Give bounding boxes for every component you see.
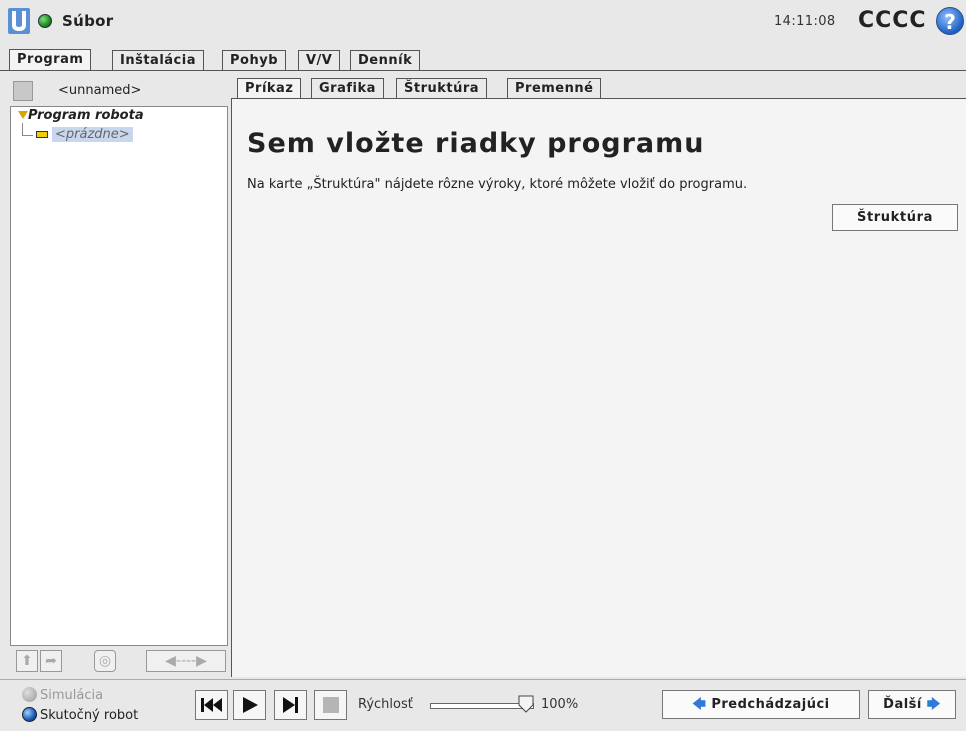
arrow-left-icon: 🡄 bbox=[692, 697, 707, 712]
instruction-text: Na karte „Štruktúra" nájdete rôzne výrok… bbox=[247, 177, 748, 192]
robot-status-indicator bbox=[38, 14, 52, 28]
suppress-icon[interactable]: ◎ bbox=[94, 650, 116, 672]
robot-name: CCCC bbox=[858, 8, 927, 33]
redo-icon[interactable]: ➦ bbox=[40, 650, 62, 672]
play-button[interactable] bbox=[233, 690, 266, 720]
previous-button[interactable]: 🡄 Predchádzajúci bbox=[662, 690, 860, 719]
arrow-right-icon: 🡆 bbox=[926, 697, 941, 712]
tree-root-label: Program robota bbox=[28, 108, 144, 123]
footer-divider bbox=[0, 679, 966, 680]
tree-root-program[interactable]: Program robota bbox=[16, 108, 144, 123]
save-icon[interactable] bbox=[13, 81, 33, 101]
program-tree[interactable] bbox=[10, 106, 228, 646]
tab-graphics[interactable]: Grafika bbox=[311, 78, 384, 99]
speed-slider-handle-icon[interactable] bbox=[518, 695, 534, 713]
rewind-icon bbox=[201, 698, 222, 712]
tree-node-empty[interactable]: <prázdne> bbox=[52, 127, 133, 142]
previous-label: Predchádzajúci bbox=[711, 697, 830, 712]
next-button[interactable]: Ďalší 🡆 bbox=[868, 690, 956, 719]
program-name: <unnamed> bbox=[58, 83, 142, 98]
simulation-label[interactable]: Simulácia bbox=[40, 688, 103, 703]
play-icon bbox=[243, 697, 258, 713]
move-up-icon[interactable]: ⬆ bbox=[16, 650, 38, 672]
rewind-button[interactable] bbox=[195, 690, 228, 720]
simulation-radio[interactable] bbox=[22, 687, 37, 702]
ur-logo-icon bbox=[8, 8, 30, 34]
speed-label: Rýchlosť bbox=[358, 697, 413, 712]
tab-io[interactable]: V/V bbox=[298, 50, 341, 71]
real-robot-label[interactable]: Skutočný robot bbox=[40, 708, 138, 723]
stop-icon bbox=[323, 697, 339, 713]
clock: 14:11:08 bbox=[774, 14, 836, 29]
tab-program[interactable]: Program bbox=[9, 49, 92, 71]
structure-button[interactable]: Štruktúra bbox=[832, 204, 958, 231]
main-tabs-divider bbox=[0, 70, 966, 71]
tab-structure[interactable]: Štruktúra bbox=[396, 78, 488, 99]
tab-variables[interactable]: Premenné bbox=[507, 78, 602, 99]
tab-log[interactable]: Denník bbox=[350, 50, 421, 71]
step-forward-icon bbox=[283, 697, 298, 713]
stop-button[interactable] bbox=[314, 690, 347, 720]
help-icon[interactable]: ? bbox=[936, 7, 964, 35]
tab-move[interactable]: Pohyb bbox=[222, 50, 286, 71]
tree-connector bbox=[22, 123, 33, 136]
empty-node-icon bbox=[36, 131, 48, 138]
tab-command[interactable]: Príkaz bbox=[237, 78, 302, 100]
tab-installation[interactable]: Inštalácia bbox=[112, 50, 204, 71]
page-title: Sem vložte riadky programu bbox=[247, 128, 705, 159]
step-button[interactable] bbox=[274, 690, 307, 720]
next-label: Ďalší bbox=[883, 697, 922, 712]
expand-arrow-icon[interactable] bbox=[18, 111, 28, 119]
file-menu[interactable]: Súbor bbox=[62, 12, 113, 30]
speed-value: 100% bbox=[541, 697, 579, 712]
real-robot-radio[interactable] bbox=[22, 707, 37, 722]
cut-line-icon[interactable]: ◀----▶ bbox=[146, 650, 226, 672]
